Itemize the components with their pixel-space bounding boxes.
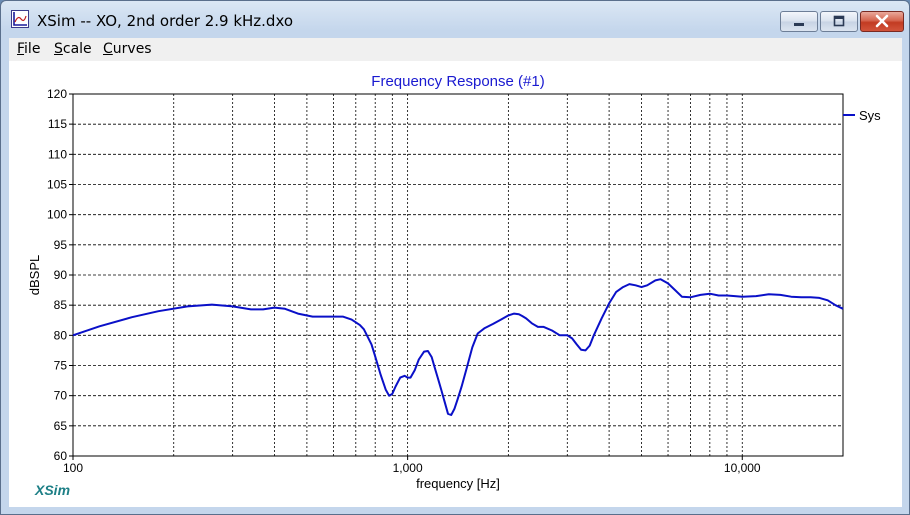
y-tick-label: 105 [47, 178, 67, 192]
close-icon [875, 14, 889, 28]
chart-title: Frequency Response (#1) [371, 73, 544, 90]
y-tick-label: 70 [54, 389, 68, 403]
title-bar[interactable]: XSim -- XO, 2nd order 2.9 kHz.dxo [1, 1, 909, 37]
close-button[interactable] [860, 11, 904, 32]
menu-file[interactable]: File [17, 41, 40, 57]
y-tick-label: 80 [54, 328, 68, 342]
window-title: XSim -- XO, 2nd order 2.9 kHz.dxo [37, 12, 294, 30]
maximize-icon [833, 15, 845, 27]
y-tick-label: 95 [54, 238, 68, 252]
x-tick-label: 10,000 [724, 461, 761, 475]
menu-bar: File Scale Curves [9, 38, 902, 61]
y-tick-label: 90 [54, 268, 68, 282]
application-window: XSim -- XO, 2nd order 2.9 kHz.dxo File S… [0, 0, 910, 515]
x-tick-label: 100 [63, 461, 83, 475]
y-tick-label: 120 [47, 87, 67, 101]
chart-area: 60 65 70 75 80 85 90 95 100 105 110 115 120 100 1,000… [9, 61, 902, 507]
xsim-app-icon[interactable] [11, 10, 29, 28]
y-tick-label: 110 [48, 147, 67, 161]
y-tick-label: 65 [54, 419, 68, 433]
legend-label-sys: Sys [859, 108, 881, 123]
x-axis-label: frequency [Hz] [416, 476, 500, 491]
y-tick-labels: 6065707580859095100105110115120 [47, 87, 73, 463]
xsim-watermark: XSim [34, 482, 70, 498]
grid-lines [73, 94, 843, 456]
y-axis-label: dBSPL [27, 255, 42, 295]
y-tick-label: 75 [54, 359, 68, 373]
y-tick-label: 100 [47, 208, 67, 222]
series-line-sys[interactable] [72, 278, 844, 416]
menu-scale[interactable]: Scale [54, 41, 92, 57]
frequency-response-chart[interactable]: 6065707580859095100105110115120 100 1,000… [9, 61, 902, 507]
maximize-button[interactable] [820, 11, 858, 32]
y-tick-label: 115 [48, 117, 67, 131]
menu-curves[interactable]: Curves [103, 41, 152, 57]
minimize-icon [794, 23, 804, 26]
x-tick-labels: 100 1,000 10,000 [63, 456, 761, 475]
minimize-button[interactable] [780, 11, 818, 32]
y-tick-label: 85 [54, 298, 68, 312]
x-tick-label: 1,000 [393, 461, 423, 475]
